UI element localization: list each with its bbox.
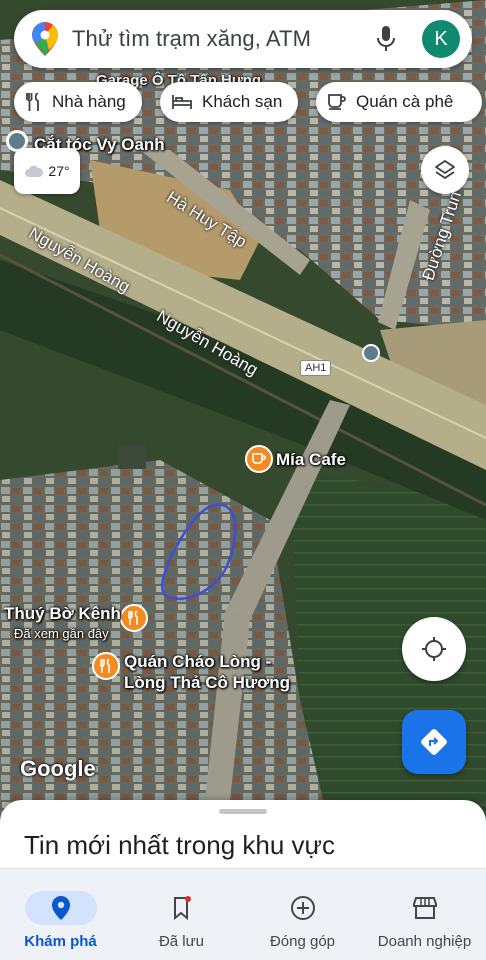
storefront-icon <box>412 897 437 919</box>
nav-label: Đã lưu <box>158 933 205 950</box>
nav-label: Đóng góp <box>269 933 336 950</box>
chip-hotels[interactable]: Khách sạn <box>160 82 299 122</box>
cloud-icon <box>25 165 44 177</box>
crosshair-icon <box>422 637 446 661</box>
google-maps-pin-icon <box>32 22 58 56</box>
chip-label: Nhà hàng <box>52 92 126 111</box>
layers-icon <box>435 160 455 179</box>
search-bar[interactable]: Thử tìm trạm xăng, ATM K <box>14 10 472 68</box>
map-label-thuy-bo-kenh[interactable]: Thuý Bờ Kênh <box>4 604 121 624</box>
temperature: 27° <box>48 163 70 179</box>
nav-contribute[interactable]: Đóng góp <box>242 869 363 960</box>
sheet-title: Tin mới nhất trong khu vực <box>24 830 335 860</box>
google-logo: Google <box>20 756 96 781</box>
bookmark-icon <box>173 896 191 920</box>
location-pin-icon <box>51 896 70 920</box>
ah1-shield: AH1 <box>300 360 332 376</box>
bus-stop-icon[interactable] <box>362 344 380 362</box>
map-label-quan-chao-2[interactable]: Lòng Thả Cô Hương <box>124 673 290 693</box>
chip-coffee[interactable]: Quán cà phê <box>316 82 482 122</box>
nav-label: Khám phá <box>24 933 97 950</box>
chip-label: Khách sạn <box>202 92 283 111</box>
coffee-cup-icon <box>328 94 346 110</box>
my-location-button[interactable] <box>402 617 466 681</box>
search-placeholder[interactable]: Thử tìm trạm xăng, ATM <box>72 26 376 52</box>
fork-knife-icon <box>26 93 39 111</box>
map-view[interactable]: Garage Ô Tô Tấn Hưng Cắt tóc Vy Oanh Hà … <box>0 0 486 830</box>
sheet-drag-handle[interactable] <box>219 809 267 814</box>
nav-explore[interactable]: Khám phá <box>0 869 121 960</box>
satellite-imagery <box>0 0 486 830</box>
add-circle-icon <box>290 896 315 920</box>
account-avatar[interactable]: K <box>422 20 460 58</box>
chip-restaurants[interactable]: Nhà hàng <box>14 82 142 122</box>
coffee-cup-icon[interactable] <box>245 445 273 473</box>
nav-business[interactable]: Doanh nghiệp <box>364 869 485 960</box>
microphone-icon[interactable] <box>376 25 396 53</box>
directions-icon <box>421 729 447 755</box>
layers-button[interactable] <box>421 146 469 194</box>
map-label-quan-chao-1[interactable]: Quán Cháo Lòng - <box>124 652 271 672</box>
chip-label: Quán cà phê <box>356 92 454 111</box>
bottom-navigation: Khám phá Đã lưu Đóng góp Doanh nghiệp <box>0 868 486 960</box>
directions-button[interactable] <box>402 710 466 774</box>
bed-icon <box>172 95 192 109</box>
map-label-thuy-bo-kenh-sub: Đã xem gần đây <box>14 626 109 641</box>
weather-widget[interactable]: 27° <box>14 148 80 194</box>
nav-label: Doanh nghiệp <box>377 933 472 950</box>
map-label-mia-cafe[interactable]: Mía Cafe <box>276 450 346 470</box>
restaurant-icon[interactable] <box>92 652 120 680</box>
fork-knife-icon[interactable] <box>120 604 148 632</box>
nav-saved[interactable]: Đã lưu <box>121 869 242 960</box>
